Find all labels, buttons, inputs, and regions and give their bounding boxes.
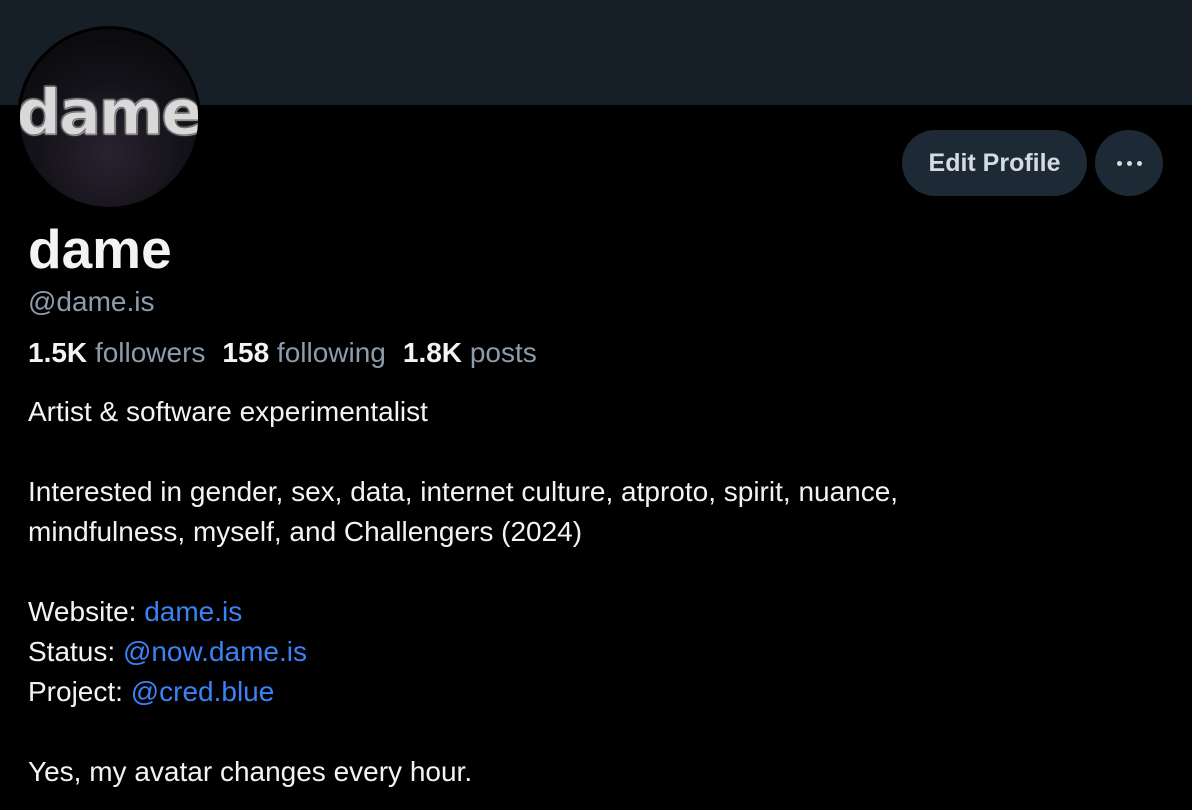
bio-line: Interested in gender, sex, data, interne… xyxy=(28,476,899,507)
edit-profile-button[interactable]: Edit Profile xyxy=(902,130,1087,196)
posts-label: posts xyxy=(469,337,537,368)
profile-stats: 1.5K followers 158 following 1.8K posts xyxy=(28,334,537,372)
website-label: Website: xyxy=(28,596,145,627)
ellipsis-icon xyxy=(1116,160,1142,166)
bio-line: Artist & software experimentalist xyxy=(28,396,428,427)
more-options-button[interactable] xyxy=(1095,130,1163,196)
following-label: following xyxy=(276,337,386,368)
followers-label: followers xyxy=(94,337,206,368)
handle: @dame.is xyxy=(28,286,155,317)
bio-line: mindfulness, myself, and Challengers (20… xyxy=(28,516,583,547)
bio-line: Yes, my avatar changes every hour. xyxy=(28,756,473,787)
following-link[interactable]: 158 following xyxy=(222,337,385,368)
avatar-image: dame xyxy=(20,29,198,207)
status-link[interactable]: @now.dame.is xyxy=(123,636,307,667)
display-name: dame xyxy=(28,218,172,280)
profile-page: dame Edit Profile dame @dame.is 1.5K fol… xyxy=(0,0,1192,810)
bio-status-row: Status: @now.dame.is xyxy=(28,632,1158,672)
followers-count: 1.5K xyxy=(28,337,88,368)
project-label: Project: xyxy=(28,676,131,707)
following-count: 158 xyxy=(222,337,270,368)
avatar[interactable]: dame xyxy=(17,26,201,210)
bio-website-row: Website: dame.is xyxy=(28,592,1158,632)
bio-blank-line xyxy=(28,432,1158,472)
website-link[interactable]: dame.is xyxy=(144,596,242,627)
followers-link[interactable]: 1.5K followers xyxy=(28,337,205,368)
bio-blank-line xyxy=(28,712,1158,752)
posts-count: 1.8K xyxy=(402,337,463,368)
posts-stat: 1.8K posts xyxy=(403,337,537,368)
bio-blank-line xyxy=(28,552,1158,592)
bio-project-row: Project: @cred.blue xyxy=(28,672,1158,712)
status-label: Status: xyxy=(28,636,123,667)
project-link[interactable]: @cred.blue xyxy=(131,676,275,707)
avatar-logo-text: dame xyxy=(17,75,201,149)
profile-bio: Artist & software experimentalist Intere… xyxy=(28,392,1158,792)
